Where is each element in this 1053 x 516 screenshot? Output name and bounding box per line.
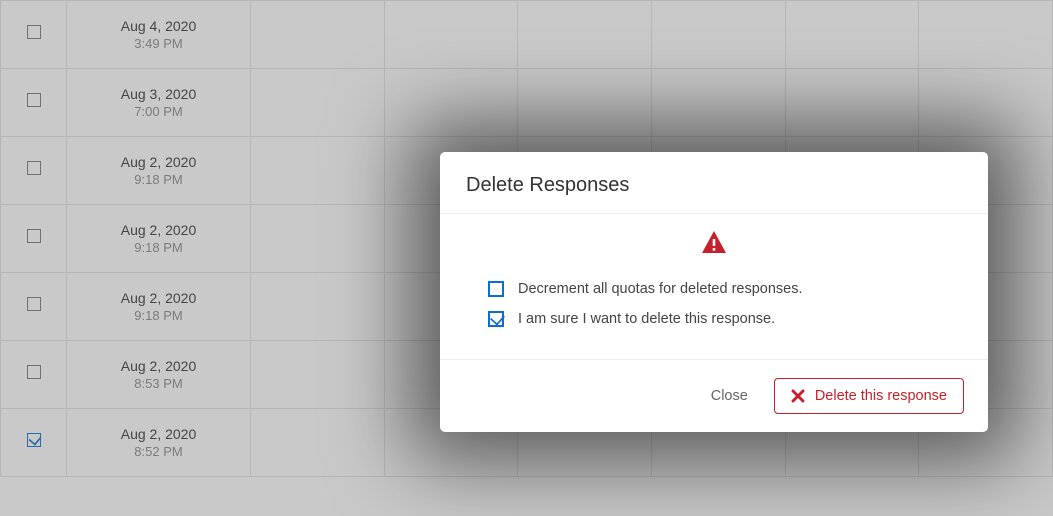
checkbox-confirm-delete[interactable] xyxy=(488,311,504,327)
warning-icon xyxy=(466,230,962,259)
delete-button-label: Delete this response xyxy=(815,388,947,404)
delete-this-response-button[interactable]: Delete this response xyxy=(774,378,964,414)
modal-footer: Close Delete this response xyxy=(440,360,988,432)
modal-title: Delete Responses xyxy=(440,152,988,214)
x-icon xyxy=(791,389,805,403)
checkbox-decrement-quotas[interactable] xyxy=(488,281,504,297)
option-label: I am sure I want to delete this response… xyxy=(518,311,775,327)
option-confirm-delete[interactable]: I am sure I want to delete this response… xyxy=(488,311,962,327)
option-decrement-quotas[interactable]: Decrement all quotas for deleted respons… xyxy=(488,281,962,297)
modal-body: Decrement all quotas for deleted respons… xyxy=(440,214,988,360)
close-button[interactable]: Close xyxy=(705,387,754,405)
option-label: Decrement all quotas for deleted respons… xyxy=(518,281,803,297)
delete-responses-modal: Delete Responses Decrement all quotas fo… xyxy=(440,152,988,432)
